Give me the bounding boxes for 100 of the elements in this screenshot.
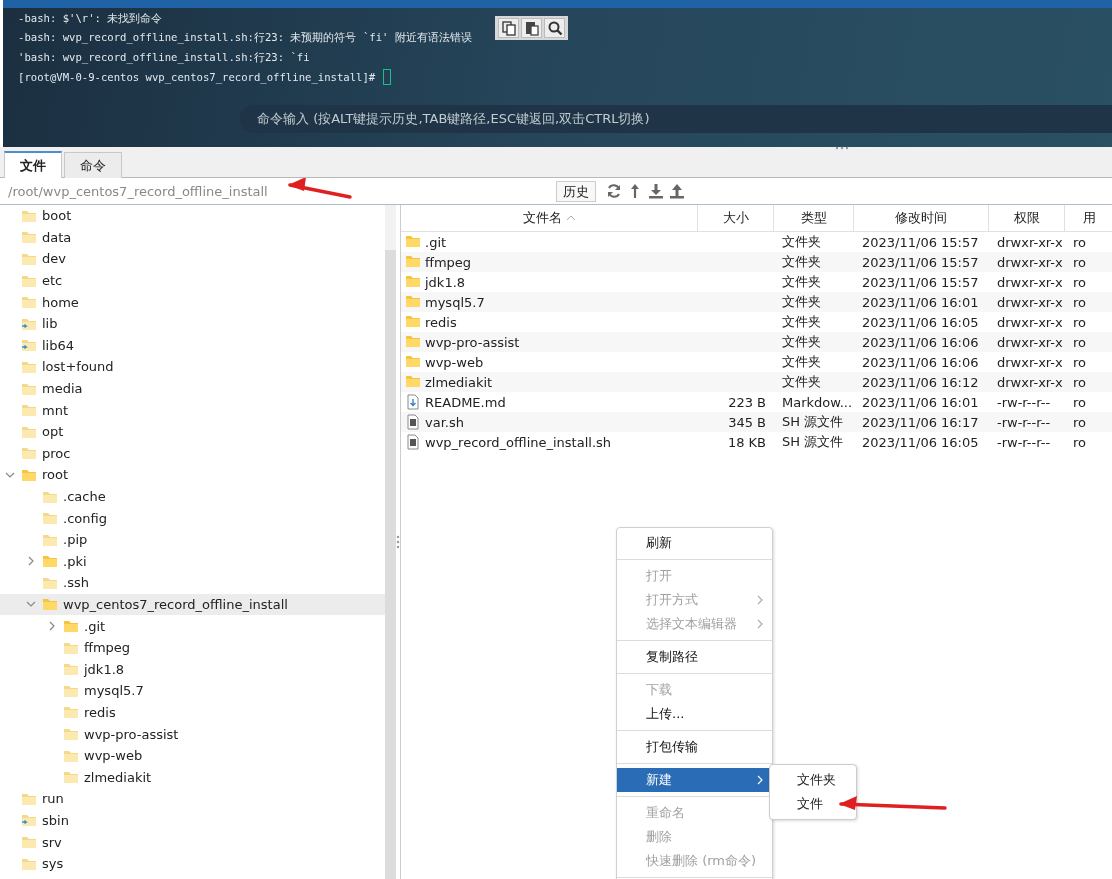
column-header[interactable]: 权限: [989, 205, 1065, 231]
file-name[interactable]: .git: [425, 234, 447, 250]
tree-item[interactable]: srv: [0, 831, 385, 853]
tree-item[interactable]: sys: [0, 852, 385, 875]
tree-item[interactable]: lib: [0, 312, 385, 335]
folder-link-icon: [21, 338, 37, 353]
file-name[interactable]: wvp_record_offline_install.sh: [425, 434, 612, 450]
tree-item[interactable]: boot: [0, 205, 385, 227]
folder-icon: [21, 252, 37, 266]
file-name[interactable]: wvp-pro-assist: [425, 334, 520, 350]
column-header[interactable]: 类型: [774, 205, 854, 231]
file-name[interactable]: var.sh: [425, 414, 464, 430]
tree-item[interactable]: sbin: [0, 809, 385, 832]
table-cell: drwxr-xr-x: [997, 294, 1063, 310]
folder-icon: [21, 446, 37, 461]
table-cell: 2023/11/06 16:12: [862, 374, 979, 390]
folder-icon: [405, 254, 421, 270]
tree-item[interactable]: home: [0, 291, 385, 313]
folder-icon: [21, 791, 37, 806]
folder-icon: [63, 619, 79, 634]
history-button[interactable]: 历史: [556, 180, 596, 202]
refresh-icon: [606, 183, 622, 199]
command-input[interactable]: 命令输入 (按ALT键提示历史,TAB键路径,ESC键返回,双击CTRL切换): [240, 105, 1112, 133]
folder-icon: [21, 835, 37, 849]
menu-item[interactable]: 复制路径: [617, 645, 772, 669]
folder-icon: [21, 295, 37, 310]
folder-icon: [21, 467, 37, 482]
tree-item[interactable]: mnt: [0, 399, 385, 421]
tree-item[interactable]: dev: [0, 248, 385, 270]
table-cell: ro: [1073, 234, 1086, 250]
table-cell: 2023/11/06 16:06: [862, 354, 979, 370]
file-name[interactable]: redis: [425, 314, 457, 330]
terminal-line: [root@VM-0-9-centos wvp_centos7_record_offline_install]#: [18, 71, 376, 84]
paste-button[interactable]: [521, 18, 542, 38]
tree-item[interactable]: .cache: [0, 485, 385, 508]
file-name[interactable]: zlmediakit: [425, 374, 493, 390]
search-button[interactable]: [544, 18, 565, 38]
tree-item[interactable]: .pki: [0, 550, 385, 573]
folder-icon: [405, 294, 421, 310]
tree-item[interactable]: wvp-web: [0, 744, 385, 767]
tree-item[interactable]: wvp_centos7_record_offline_install: [0, 593, 385, 616]
column-header[interactable]: 用: [1065, 205, 1112, 231]
tree-item[interactable]: mysql5.7: [0, 680, 385, 702]
tree-item[interactable]: media: [0, 377, 385, 400]
path-field[interactable]: /root/wvp_centos7_record_offline_install: [0, 183, 548, 199]
menu-item[interactable]: 新建: [617, 768, 772, 792]
tree-item[interactable]: redis: [0, 701, 385, 724]
menu-item[interactable]: 上传...: [617, 702, 772, 726]
file-name[interactable]: ffmpeg: [425, 254, 472, 270]
tree-item[interactable]: data: [0, 226, 385, 249]
tree-item[interactable]: wvp-pro-assist: [0, 723, 385, 745]
table-cell: 2023/11/06 15:57: [862, 234, 979, 250]
refresh-button[interactable]: [606, 183, 622, 199]
tree-item[interactable]: jdk1.8: [0, 658, 385, 681]
tree-item[interactable]: root: [0, 464, 385, 486]
tree-item[interactable]: opt: [0, 420, 385, 443]
download-icon: [648, 183, 664, 199]
tree-item[interactable]: run: [0, 788, 385, 810]
tree-item[interactable]: zlmediakit: [0, 766, 385, 789]
table-cell: Markdow...: [782, 394, 853, 410]
tree-item[interactable]: ffmpeg: [0, 636, 385, 659]
file-name[interactable]: jdk1.8: [425, 274, 466, 290]
folder-icon: [42, 597, 58, 612]
folder-icon: [21, 856, 37, 871]
menu-item[interactable]: 打包传输: [617, 735, 772, 759]
column-header[interactable]: 修改时间: [854, 205, 989, 231]
table-cell: 345 B: [728, 414, 766, 430]
tree-item[interactable]: lib64: [0, 334, 385, 357]
tree-item[interactable]: .pip: [0, 528, 385, 551]
folder-icon: [63, 640, 79, 655]
tab[interactable]: 命令: [64, 152, 122, 178]
folder-icon: [42, 489, 58, 504]
column-header[interactable]: 大小: [698, 205, 774, 231]
file-name[interactable]: wvp-web: [425, 354, 484, 370]
download-button[interactable]: [648, 183, 664, 199]
paste-icon: [523, 20, 540, 36]
table-cell: ro: [1073, 274, 1086, 290]
tree-item[interactable]: .ssh: [0, 572, 385, 594]
table-cell: 223 B: [728, 394, 766, 410]
table-cell: ro: [1073, 334, 1086, 350]
tree-item[interactable]: .git: [0, 615, 385, 637]
menu-item[interactable]: 文件夹: [770, 768, 856, 792]
table-cell: 2023/11/06 16:06: [862, 334, 979, 350]
tree-item[interactable]: lost+found: [0, 356, 385, 378]
menu-item[interactable]: 刷新: [617, 531, 772, 555]
tree-item[interactable]: proc: [0, 442, 385, 465]
tab[interactable]: 文件: [4, 151, 62, 178]
file-name[interactable]: README.md: [425, 394, 506, 410]
table-cell: 文件夹: [782, 233, 821, 251]
tree-item[interactable]: etc: [0, 269, 385, 292]
table-cell: 2023/11/06 16:01: [862, 394, 979, 410]
table-cell: 2023/11/06 16:05: [862, 434, 979, 450]
tree-item[interactable]: .config: [0, 507, 385, 529]
upload-button[interactable]: [669, 183, 685, 199]
copy-button[interactable]: [498, 18, 519, 38]
table-cell: 文件夹: [782, 333, 821, 351]
file-name[interactable]: mysql5.7: [425, 294, 485, 310]
folder-icon: [63, 727, 79, 742]
table-cell: drwxr-xr-x: [997, 234, 1063, 250]
column-header[interactable]: 文件名: [401, 205, 698, 231]
